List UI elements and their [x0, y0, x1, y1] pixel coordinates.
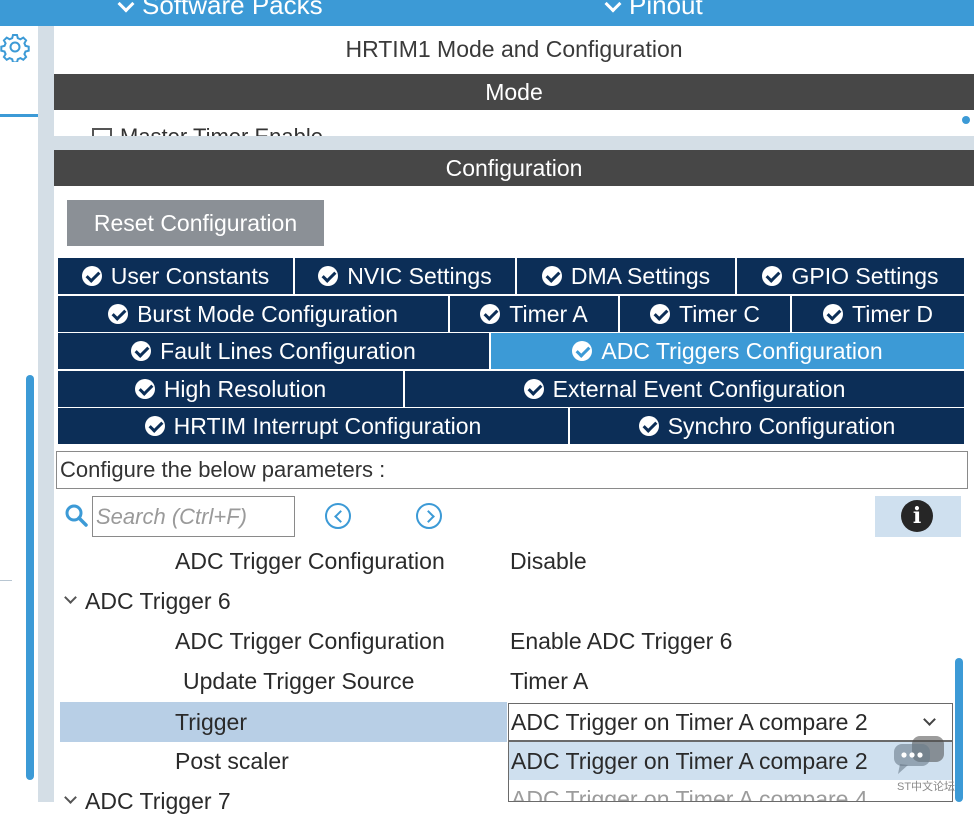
tab-label: Fault Lines Configuration: [160, 337, 416, 364]
trigger-select[interactable]: ADC Trigger on Timer A compare 2: [508, 703, 953, 741]
pinout-label: Pinout: [629, 0, 703, 20]
tab-high-resolution[interactable]: High Resolution: [58, 371, 405, 407]
panel-title: HRTIM1 Mode and Configuration: [54, 26, 974, 72]
section-splitter[interactable]: [54, 136, 974, 150]
tab-label: DMA Settings: [570, 262, 711, 289]
next-result-icon[interactable]: [416, 503, 442, 529]
right-scrollbar[interactable]: [955, 658, 963, 802]
row-label: ADC Trigger Configuration: [175, 628, 445, 654]
tree-row-trigger[interactable]: Trigger: [60, 702, 507, 742]
row-value: Disable: [510, 548, 587, 574]
tab-label: Synchro Configuration: [667, 412, 896, 439]
tab-label: Timer C: [679, 300, 760, 327]
search-input[interactable]: [92, 496, 295, 537]
check-circle-icon: [762, 266, 783, 286]
software-packs-label: Software Packs: [142, 0, 323, 20]
row-value: Timer A: [510, 668, 589, 694]
tree-row-adc-trigger-configuration[interactable]: ADC Trigger Configuration Disable: [60, 541, 950, 581]
forum-chat-icon: [894, 736, 944, 774]
left-divider: [0, 580, 12, 581]
tab-synchro-configuration[interactable]: Synchro Configuration: [570, 408, 966, 444]
check-circle-icon: [131, 341, 152, 361]
configuration-header: Configuration: [54, 150, 974, 186]
params-caption: Configure the below parameters :: [56, 451, 968, 489]
tree-row-update-trigger-source[interactable]: Update Trigger Source Timer A: [60, 661, 950, 701]
check-circle-icon: [638, 416, 659, 436]
tab-user-constants[interactable]: User Constants: [58, 258, 295, 294]
row-label: ADC Trigger Configuration: [175, 548, 445, 574]
tab-label: Timer D: [852, 300, 933, 327]
check-circle-icon: [81, 266, 102, 286]
tree-row-adc-trigger-configuration[interactable]: ADC Trigger Configuration Enable ADC Tri…: [60, 621, 950, 661]
tree-group-adc-trigger-6[interactable]: ADC Trigger 6: [60, 581, 950, 621]
tab-label: Timer A: [509, 300, 588, 327]
tab-label: High Resolution: [163, 375, 327, 402]
gear-icon[interactable]: [0, 32, 30, 62]
dropdown-option[interactable]: ADC Trigger on Timer A compare 4: [509, 780, 952, 801]
chevron-down-icon: [117, 0, 135, 13]
check-circle-icon: [541, 266, 562, 286]
tab-burst-mode-configuration[interactable]: Burst Mode Configuration: [58, 296, 450, 332]
row-label: Post scaler: [175, 748, 289, 774]
check-circle-icon: [134, 379, 155, 399]
row-label: Update Trigger Source: [183, 668, 415, 694]
tab-timer-d[interactable]: Timer D: [792, 296, 966, 332]
tab-timer-a[interactable]: Timer A: [450, 296, 620, 332]
info-button[interactable]: i: [875, 496, 961, 537]
master-timer-label: Master Timer Enable: [120, 124, 323, 136]
panel-splitter[interactable]: [38, 26, 54, 802]
tab-label: GPIO Settings: [791, 262, 939, 289]
tree-row-post-scaler[interactable]: Post scaler: [60, 741, 505, 781]
check-circle-icon: [318, 266, 339, 286]
mode-scrollbar[interactable]: [962, 116, 970, 124]
master-timer-checkbox[interactable]: [92, 128, 112, 136]
previous-result-icon[interactable]: [325, 503, 351, 529]
check-circle-icon: [523, 379, 544, 399]
row-value: Enable ADC Trigger 6: [510, 628, 733, 654]
chevron-down-icon[interactable]: [923, 713, 936, 726]
tab-label: ADC Triggers Configuration: [601, 337, 883, 364]
check-circle-icon: [144, 416, 165, 436]
tab-dma-settings[interactable]: DMA Settings: [517, 258, 737, 294]
row-label: ADC Trigger 6: [85, 588, 231, 614]
check-circle-icon: [823, 304, 844, 324]
tab-label: External Event Configuration: [552, 375, 846, 402]
trigger-dropdown-list: ADC Trigger on Timer A compare 2 ADC Tri…: [508, 741, 953, 802]
tab-nvic-settings[interactable]: NVIC Settings: [295, 258, 517, 294]
row-label: Trigger: [175, 709, 247, 735]
top-menu-bar: Software Packs Pinout: [0, 0, 974, 26]
chevron-down-icon[interactable]: [64, 591, 77, 604]
mode-header: Mode: [54, 74, 974, 110]
left-active-indicator: [0, 114, 38, 117]
info-icon: i: [901, 500, 933, 532]
check-circle-icon: [572, 341, 593, 361]
trigger-selected-value: ADC Trigger on Timer A compare 2: [511, 709, 868, 735]
check-circle-icon: [480, 304, 501, 324]
tab-fault-lines-configuration[interactable]: Fault Lines Configuration: [58, 333, 491, 369]
search-icon: [65, 504, 88, 527]
tree-group-adc-trigger-7[interactable]: ADC Trigger 7: [60, 781, 505, 821]
check-circle-icon: [650, 304, 671, 324]
tab-label: HRTIM Interrupt Configuration: [173, 412, 482, 439]
left-scrollbar[interactable]: [26, 375, 34, 780]
tab-timer-c[interactable]: Timer C: [620, 296, 792, 332]
dropdown-option[interactable]: ADC Trigger on Timer A compare 2: [509, 742, 952, 780]
tab-label: Burst Mode Configuration: [137, 300, 398, 327]
tab-adc-triggers-configuration[interactable]: ADC Triggers Configuration: [491, 333, 966, 369]
watermark-text: ST中文论坛: [897, 781, 956, 793]
tab-gpio-settings[interactable]: GPIO Settings: [737, 258, 966, 294]
tab-external-event-configuration[interactable]: External Event Configuration: [405, 371, 966, 407]
tab-label: User Constants: [110, 262, 270, 289]
reset-configuration-button[interactable]: Reset Configuration: [67, 200, 324, 246]
check-circle-icon: [108, 304, 129, 324]
tab-hrtim-interrupt-configuration[interactable]: HRTIM Interrupt Configuration: [58, 408, 570, 444]
software-packs-menu[interactable]: Software Packs: [117, 0, 323, 21]
mode-area: Master Timer Enable: [54, 110, 974, 136]
pinout-menu[interactable]: Pinout: [604, 0, 703, 21]
chevron-down-icon: [604, 0, 622, 13]
tab-label: NVIC Settings: [347, 262, 492, 289]
